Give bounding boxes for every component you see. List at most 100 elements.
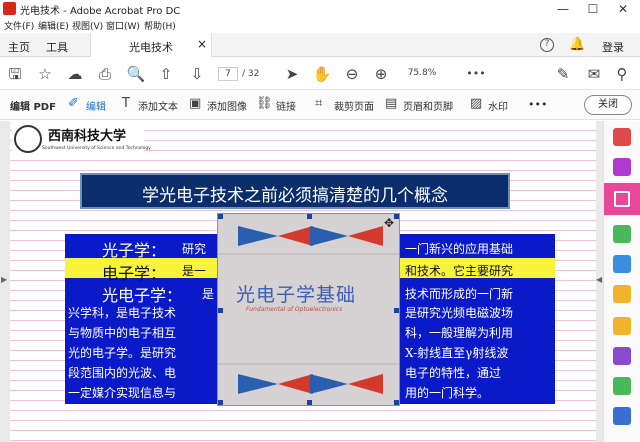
text-line: 用的一门科学。 bbox=[405, 386, 490, 400]
book-cover-image[interactable]: 光电子学基础 Fundamental of Optoelectronics ✥ bbox=[217, 213, 400, 406]
add-image-icon[interactable]: ▣ bbox=[189, 96, 201, 112]
zoom-search-plus-icon[interactable]: ⚲ bbox=[612, 64, 632, 84]
text-line: 技术而形成的一门新 bbox=[405, 287, 514, 301]
bell-icon[interactable]: 🔔 bbox=[569, 37, 585, 52]
minimize-button[interactable]: — bbox=[548, 0, 578, 18]
crop-page-button[interactable]: 裁剪页面 bbox=[334, 98, 374, 113]
text-line: 一门新兴的应用基础 bbox=[405, 242, 514, 256]
fill-sign-icon[interactable] bbox=[613, 347, 631, 365]
text-line: 段范围内的光波、电 bbox=[68, 366, 177, 380]
tab-document[interactable]: 光电技术 × bbox=[90, 33, 212, 57]
select-cursor-icon[interactable]: ➤ bbox=[282, 64, 302, 84]
link-button[interactable]: 链接 bbox=[276, 98, 296, 113]
right-panel-toggle-icon[interactable]: ◀ bbox=[596, 275, 602, 284]
zoom-in-icon[interactable]: ⊕ bbox=[371, 64, 391, 84]
add-image-button[interactable]: 添加图像 bbox=[207, 98, 247, 113]
organize-pages-icon[interactable] bbox=[613, 255, 631, 273]
mail-icon[interactable]: ✉ bbox=[584, 64, 604, 84]
link-icon[interactable]: ⛓ bbox=[256, 96, 273, 112]
acrobat-logo-icon bbox=[3, 2, 16, 15]
page-heading: 学光电子技术之前必须搞清楚的几个概念 bbox=[142, 186, 448, 206]
menu-edit[interactable]: 编辑(E) bbox=[38, 19, 69, 32]
close-window-button[interactable]: ✕ bbox=[608, 0, 638, 18]
tab-home[interactable]: 主页 bbox=[8, 39, 30, 55]
document-tab-label: 光电技术 bbox=[129, 41, 173, 54]
pdf-page: 西南科技大学 Southwest University of Science a… bbox=[10, 121, 596, 442]
edit-pdf-tool-active[interactable] bbox=[604, 183, 640, 215]
page-total: / 32 bbox=[242, 69, 260, 79]
combine-files-icon[interactable] bbox=[613, 158, 631, 176]
title-bar: 光电技术 - Adobe Acrobat Pro DC — ☐ ✕ bbox=[0, 0, 640, 18]
scan-icon[interactable] bbox=[613, 285, 631, 303]
text-line: 科，一般理解为利用 bbox=[405, 326, 514, 340]
login-button[interactable]: 登录 bbox=[602, 39, 624, 55]
university-name: 西南科技大学 bbox=[48, 129, 127, 144]
heading-box[interactable]: 学光电子技术之前必须搞清楚的几个概念 bbox=[80, 173, 510, 209]
text-line: 和技术。它主要研究 bbox=[405, 264, 514, 278]
hand-tool-icon[interactable]: ✋ bbox=[312, 64, 332, 84]
text-line: 电子的特性，通过 bbox=[405, 366, 502, 380]
text-line: 兴学科，是电子技术 bbox=[68, 306, 177, 320]
close-edit-button[interactable]: 关闭 bbox=[584, 95, 632, 115]
book-subtitle: Fundamental of Optoelectronics bbox=[246, 306, 343, 313]
help-icon[interactable]: ? bbox=[540, 38, 554, 52]
edit-icon[interactable]: ✐ bbox=[68, 96, 79, 112]
more-edit-tools-icon[interactable]: ••• bbox=[528, 98, 547, 111]
print-production-icon[interactable] bbox=[613, 377, 631, 395]
text-line: 是一 bbox=[182, 264, 207, 278]
add-text-icon[interactable]: T bbox=[122, 96, 130, 112]
watermark-icon[interactable]: ▨ bbox=[470, 96, 482, 112]
more-tools-icon[interactable]: ••• bbox=[466, 64, 486, 84]
protect-icon[interactable] bbox=[613, 407, 631, 425]
create-pdf-icon[interactable] bbox=[613, 128, 631, 146]
document-canvas: ▶ 西南科技大学 Southwest University of Science… bbox=[0, 121, 603, 442]
text-line: 与物质中的电子相互 bbox=[68, 326, 177, 340]
edit-pdf-title: 编辑 PDF bbox=[10, 102, 56, 113]
resize-handle-ne[interactable] bbox=[394, 214, 399, 219]
term-electronics: 电子学： bbox=[102, 264, 167, 283]
sign-icon[interactable]: ✎ bbox=[553, 64, 573, 84]
menu-bar: 文件(F) 编辑(E) 视图(V) 窗口(W) 帮助(H) bbox=[0, 18, 640, 32]
edit-button[interactable]: 编辑 bbox=[86, 98, 106, 113]
star-icon[interactable]: ☆ bbox=[35, 64, 55, 84]
resize-handle-s[interactable] bbox=[307, 400, 312, 405]
menu-file[interactable]: 文件(F) bbox=[4, 19, 34, 32]
tab-bar: 主页 工具 光电技术 × ? 🔔 登录 bbox=[0, 33, 640, 57]
resize-handle-e[interactable] bbox=[394, 308, 399, 313]
menu-view[interactable]: 视图(V) bbox=[72, 19, 103, 32]
close-tab-icon[interactable]: × bbox=[197, 37, 207, 51]
right-tools-panel bbox=[603, 121, 640, 442]
cloud-upload-icon[interactable]: ☁ bbox=[65, 64, 85, 84]
resize-handle-n[interactable] bbox=[307, 214, 312, 219]
term-optoelectronics: 光电子学： bbox=[102, 286, 183, 305]
watermark-button[interactable]: 水印 bbox=[488, 98, 508, 113]
resize-handle-nw[interactable] bbox=[218, 214, 223, 219]
zoom-level-select[interactable]: 75.8% bbox=[400, 67, 444, 81]
resize-handle-se[interactable] bbox=[394, 400, 399, 405]
header-footer-icon[interactable]: ▤ bbox=[385, 96, 397, 112]
print-icon[interactable]: ⎙ bbox=[95, 64, 115, 84]
crop-icon[interactable]: ⌗ bbox=[315, 96, 322, 112]
zoom-out-icon[interactable]: ⊖ bbox=[342, 64, 362, 84]
export-pdf-icon[interactable] bbox=[613, 225, 631, 243]
main-toolbar: 🖫 ☆ ☁ ⎙ 🔍 ⇧ ⇩ 7 / 32 ➤ ✋ ⊖ ⊕ 75.8% ••• ✎… bbox=[0, 58, 640, 90]
save-icon[interactable]: 🖫 bbox=[5, 64, 25, 84]
page-down-icon[interactable]: ⇩ bbox=[187, 64, 207, 84]
zoom-search-icon[interactable]: 🔍 bbox=[126, 64, 146, 84]
edit-pdf-icon bbox=[614, 191, 630, 207]
menu-window[interactable]: 窗口(W) bbox=[106, 19, 140, 32]
resize-handle-w[interactable] bbox=[218, 308, 223, 313]
text-line: 是 bbox=[202, 287, 215, 301]
menu-help[interactable]: 帮助(H) bbox=[144, 19, 176, 32]
tab-tools[interactable]: 工具 bbox=[46, 39, 68, 55]
resize-handle-sw[interactable] bbox=[218, 400, 223, 405]
add-text-button[interactable]: 添加文本 bbox=[138, 98, 178, 113]
term-photonics: 光子学： bbox=[102, 241, 167, 260]
page-up-icon[interactable]: ⇧ bbox=[156, 64, 176, 84]
maximize-button[interactable]: ☐ bbox=[578, 0, 608, 18]
text-line: 一定媒介实现信息与 bbox=[68, 386, 177, 400]
page-number-input[interactable]: 7 bbox=[218, 67, 238, 81]
header-footer-button[interactable]: 页眉和页脚 bbox=[403, 98, 453, 113]
comment-icon[interactable] bbox=[613, 317, 631, 335]
left-panel-toggle-icon[interactable]: ▶ bbox=[1, 275, 7, 284]
